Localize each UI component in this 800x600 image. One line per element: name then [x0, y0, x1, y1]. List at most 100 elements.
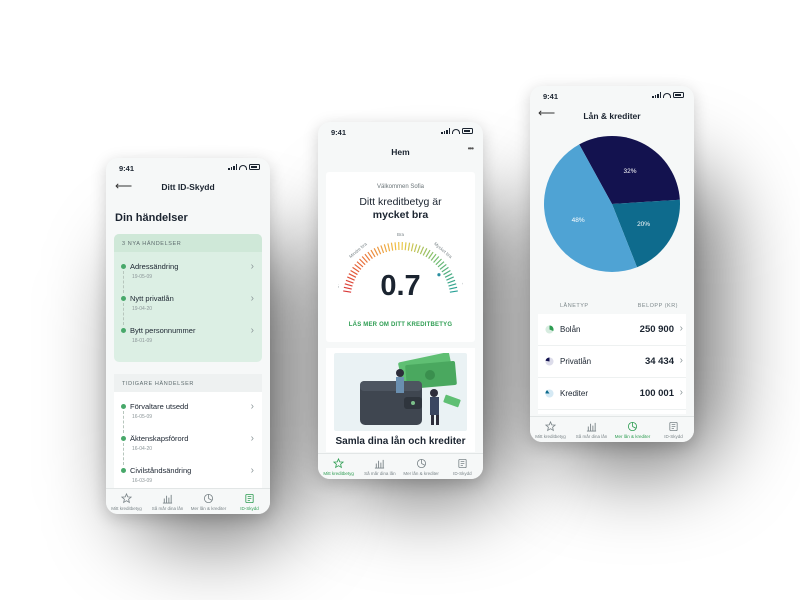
new-events-section: 3 NYA HÄNDELSER Adressändring 19-05-09 ›…	[114, 234, 262, 362]
event-dot-icon	[121, 296, 126, 301]
tab-label: Så mår dina lån	[364, 470, 396, 476]
gauge-tick	[370, 249, 376, 258]
tab-label: Mer lån & krediter	[614, 433, 651, 439]
event-item[interactable]: Nytt privatlån 19-04-20 ›	[114, 284, 262, 325]
gauge-tick	[419, 246, 425, 255]
event-name: Äktenskapsförord	[130, 434, 189, 443]
id-protection-icon	[245, 493, 254, 503]
chevron-right-icon: ›	[250, 465, 254, 476]
loan-name: Krediter	[560, 389, 589, 398]
tab-label: ID-Skydd	[664, 433, 683, 439]
tab-more-loans[interactable]: Mer lån & krediter	[401, 454, 442, 479]
loan-name: Privatlån	[560, 357, 592, 366]
new-events-label: 3 NYA HÄNDELSER	[114, 234, 262, 252]
tab-loan-health[interactable]: Så mår dina lån	[571, 417, 612, 442]
chevron-right-icon: ›	[679, 355, 683, 366]
more-menu-icon[interactable]: •••	[468, 144, 474, 153]
page-title: Hem	[391, 147, 410, 157]
loan-row[interactable]: Krediter 100 001 ›	[538, 378, 686, 410]
status-icons	[441, 128, 473, 134]
page-title: Lån & krediter	[583, 111, 641, 121]
read-more-link[interactable]: LÄS MER OM DITT KREDITBETYG	[326, 322, 475, 328]
signal-icon	[228, 164, 237, 170]
loan-pie-chart: 32% 20% 48%	[544, 136, 680, 272]
tab-label: Mer lån & krediter	[403, 470, 439, 476]
tab-id-protection[interactable]: ID-Skydd	[653, 417, 694, 442]
home-screen: 9:41 Hem ••• Välkommen Sofia Ditt kredit…	[318, 122, 483, 479]
wifi-icon	[663, 92, 671, 98]
bar-chart-icon	[586, 422, 597, 432]
tab-loan-health[interactable]: Så mår dina lån	[359, 454, 400, 479]
loan-name: Bolån	[560, 325, 581, 334]
status-time: 9:41	[543, 92, 559, 101]
event-date: 16-04-20	[132, 446, 153, 452]
gauge-tick	[383, 244, 388, 253]
status-icons	[652, 92, 684, 98]
loan-row[interactable]: Privatlån 34 434 ›	[538, 346, 686, 378]
tab-id-protection[interactable]: ID-Skydd	[229, 489, 270, 514]
event-dot-icon	[121, 328, 126, 333]
chevron-right-icon: ›	[250, 433, 254, 444]
event-name: Bytt personnummer	[130, 326, 196, 335]
loan-amount: 250 900	[639, 324, 674, 335]
pie-chart-icon	[203, 493, 214, 503]
score-title-line1: Ditt kreditbetyg är	[359, 196, 442, 208]
chevron-right-icon: ›	[250, 325, 254, 336]
tab-credit-rating[interactable]: Mitt kreditbetyg	[318, 454, 359, 479]
tab-id-protection[interactable]: ID-Skydd	[442, 454, 483, 479]
gauge-tick	[404, 242, 407, 251]
pie-chart-icon	[416, 458, 426, 468]
gauge-tick	[407, 242, 411, 251]
previous-events-label: TIDIGARE HÄNDELSER	[114, 374, 262, 392]
event-dot-icon	[121, 404, 126, 409]
event-name: Adressändring	[130, 262, 179, 271]
event-name: Civilståndsändring	[130, 466, 192, 475]
loan-list: Bolån 250 900 › Privatlån 34 434 › Kredi…	[538, 314, 686, 414]
loan-row[interactable]: Bolån 250 900 ›	[538, 314, 686, 346]
chevron-right-icon: ›	[250, 293, 254, 304]
credit-score-card: Välkommen Sofia Ditt kreditbetyg är myck…	[326, 172, 475, 342]
event-item[interactable]: Civilståndsändring 16-03-09 ›	[114, 456, 262, 488]
pie-slice-label: 20%	[637, 221, 650, 228]
score-title: Ditt kreditbetyg är mycket bra	[326, 196, 475, 222]
tab-more-loans[interactable]: Mer lån & krediter	[188, 489, 229, 514]
tab-loan-health[interactable]: Så mår dina lån	[147, 489, 188, 514]
tab-credit-rating[interactable]: Mitt kreditbetyg	[530, 417, 571, 442]
promo-card[interactable]: Samla dina lån och krediter	[326, 348, 475, 452]
page-title: Ditt ID-Skydd	[161, 182, 215, 192]
tab-label: Så mår dina lån	[575, 433, 608, 439]
gauge-tick	[376, 246, 382, 255]
score-title-line2: mycket bra	[372, 209, 429, 221]
event-dot-icon	[121, 436, 126, 441]
gauge-tick	[439, 263, 447, 270]
rating-icon	[121, 492, 132, 503]
signal-icon	[652, 92, 661, 98]
promo-title: Samla dina lån och krediter	[335, 436, 466, 447]
gauge-tick	[387, 243, 391, 252]
events-heading: Din händelser	[115, 212, 188, 224]
mortgage-pie-icon	[545, 325, 554, 334]
tab-more-loans[interactable]: Mer lån & krediter	[612, 417, 653, 442]
gauge-tick	[390, 242, 394, 251]
id-protection-icon	[669, 421, 678, 431]
wallet-illustration	[334, 353, 467, 431]
event-item[interactable]: Bytt personnummer 18-01-09 ›	[114, 316, 262, 348]
event-date: 16-03-09	[132, 478, 153, 484]
event-date: 19-04-20	[132, 306, 153, 312]
tab-credit-rating[interactable]: Mitt kreditbetyg	[106, 489, 147, 514]
status-bar: 9:41	[318, 126, 483, 138]
welcome-text: Välkommen Sofia	[376, 184, 425, 190]
event-dot-icon	[121, 468, 126, 473]
event-item[interactable]: Adressändring 19-05-09 ›	[114, 252, 262, 293]
signal-icon	[441, 128, 450, 134]
battery-icon	[462, 128, 473, 134]
event-item[interactable]: Äktenskapsförord 16-04-20 ›	[114, 424, 262, 465]
event-item[interactable]: Förvaltare utsedd 16-05-09 ›	[114, 392, 262, 433]
chevron-right-icon: ›	[679, 323, 683, 334]
score-value: 0.7	[380, 270, 421, 302]
rating-icon	[333, 457, 345, 468]
chevron-right-icon: ›	[679, 387, 683, 398]
tab-label: Så mår dina lån	[151, 505, 184, 511]
col-amount: BELOPP (KR)	[637, 303, 678, 309]
status-time: 9:41	[119, 164, 135, 173]
